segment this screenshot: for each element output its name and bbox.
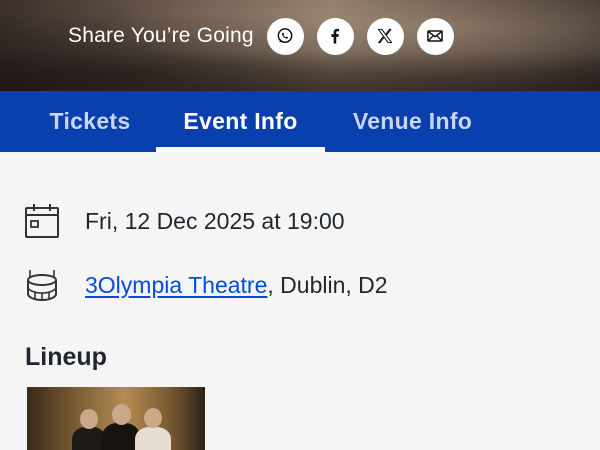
stadium-icon [27, 270, 57, 302]
calendar-icon [25, 204, 59, 238]
venue-location: , Dublin, D2 [267, 271, 388, 298]
share-email-button[interactable] [416, 17, 454, 55]
tab-event-info[interactable]: Event Info [156, 91, 325, 152]
share-label: Share You’re Going [68, 24, 254, 47]
facebook-icon [331, 28, 340, 44]
lineup-artist-photo[interactable] [27, 387, 205, 450]
event-venue-row: 3Olympia Theatre, Dublin, D2 [24, 267, 388, 303]
whatsapp-icon [277, 28, 293, 43]
event-venue: 3Olympia Theatre, Dublin, D2 [85, 272, 388, 299]
venue-link[interactable]: 3Olympia Theatre [85, 272, 267, 298]
event-tabs: Tickets Event Info Venue Info [0, 91, 600, 152]
share-facebook-button[interactable] [316, 17, 354, 55]
tab-tickets[interactable]: Tickets [28, 91, 152, 152]
share-whatsapp-button[interactable] [266, 17, 304, 55]
x-icon [378, 28, 393, 44]
email-icon [427, 30, 444, 42]
event-date: Fri, 12 Dec 2025 at 19:00 [85, 207, 345, 234]
hero-banner: Share You’re Going [0, 0, 600, 91]
share-row: Share You’re Going [68, 17, 467, 55]
tab-venue-info[interactable]: Venue Info [330, 91, 495, 152]
lineup-heading: Lineup [25, 343, 107, 371]
event-date-row: Fri, 12 Dec 2025 at 19:00 [24, 203, 345, 239]
share-x-button[interactable] [366, 17, 404, 55]
